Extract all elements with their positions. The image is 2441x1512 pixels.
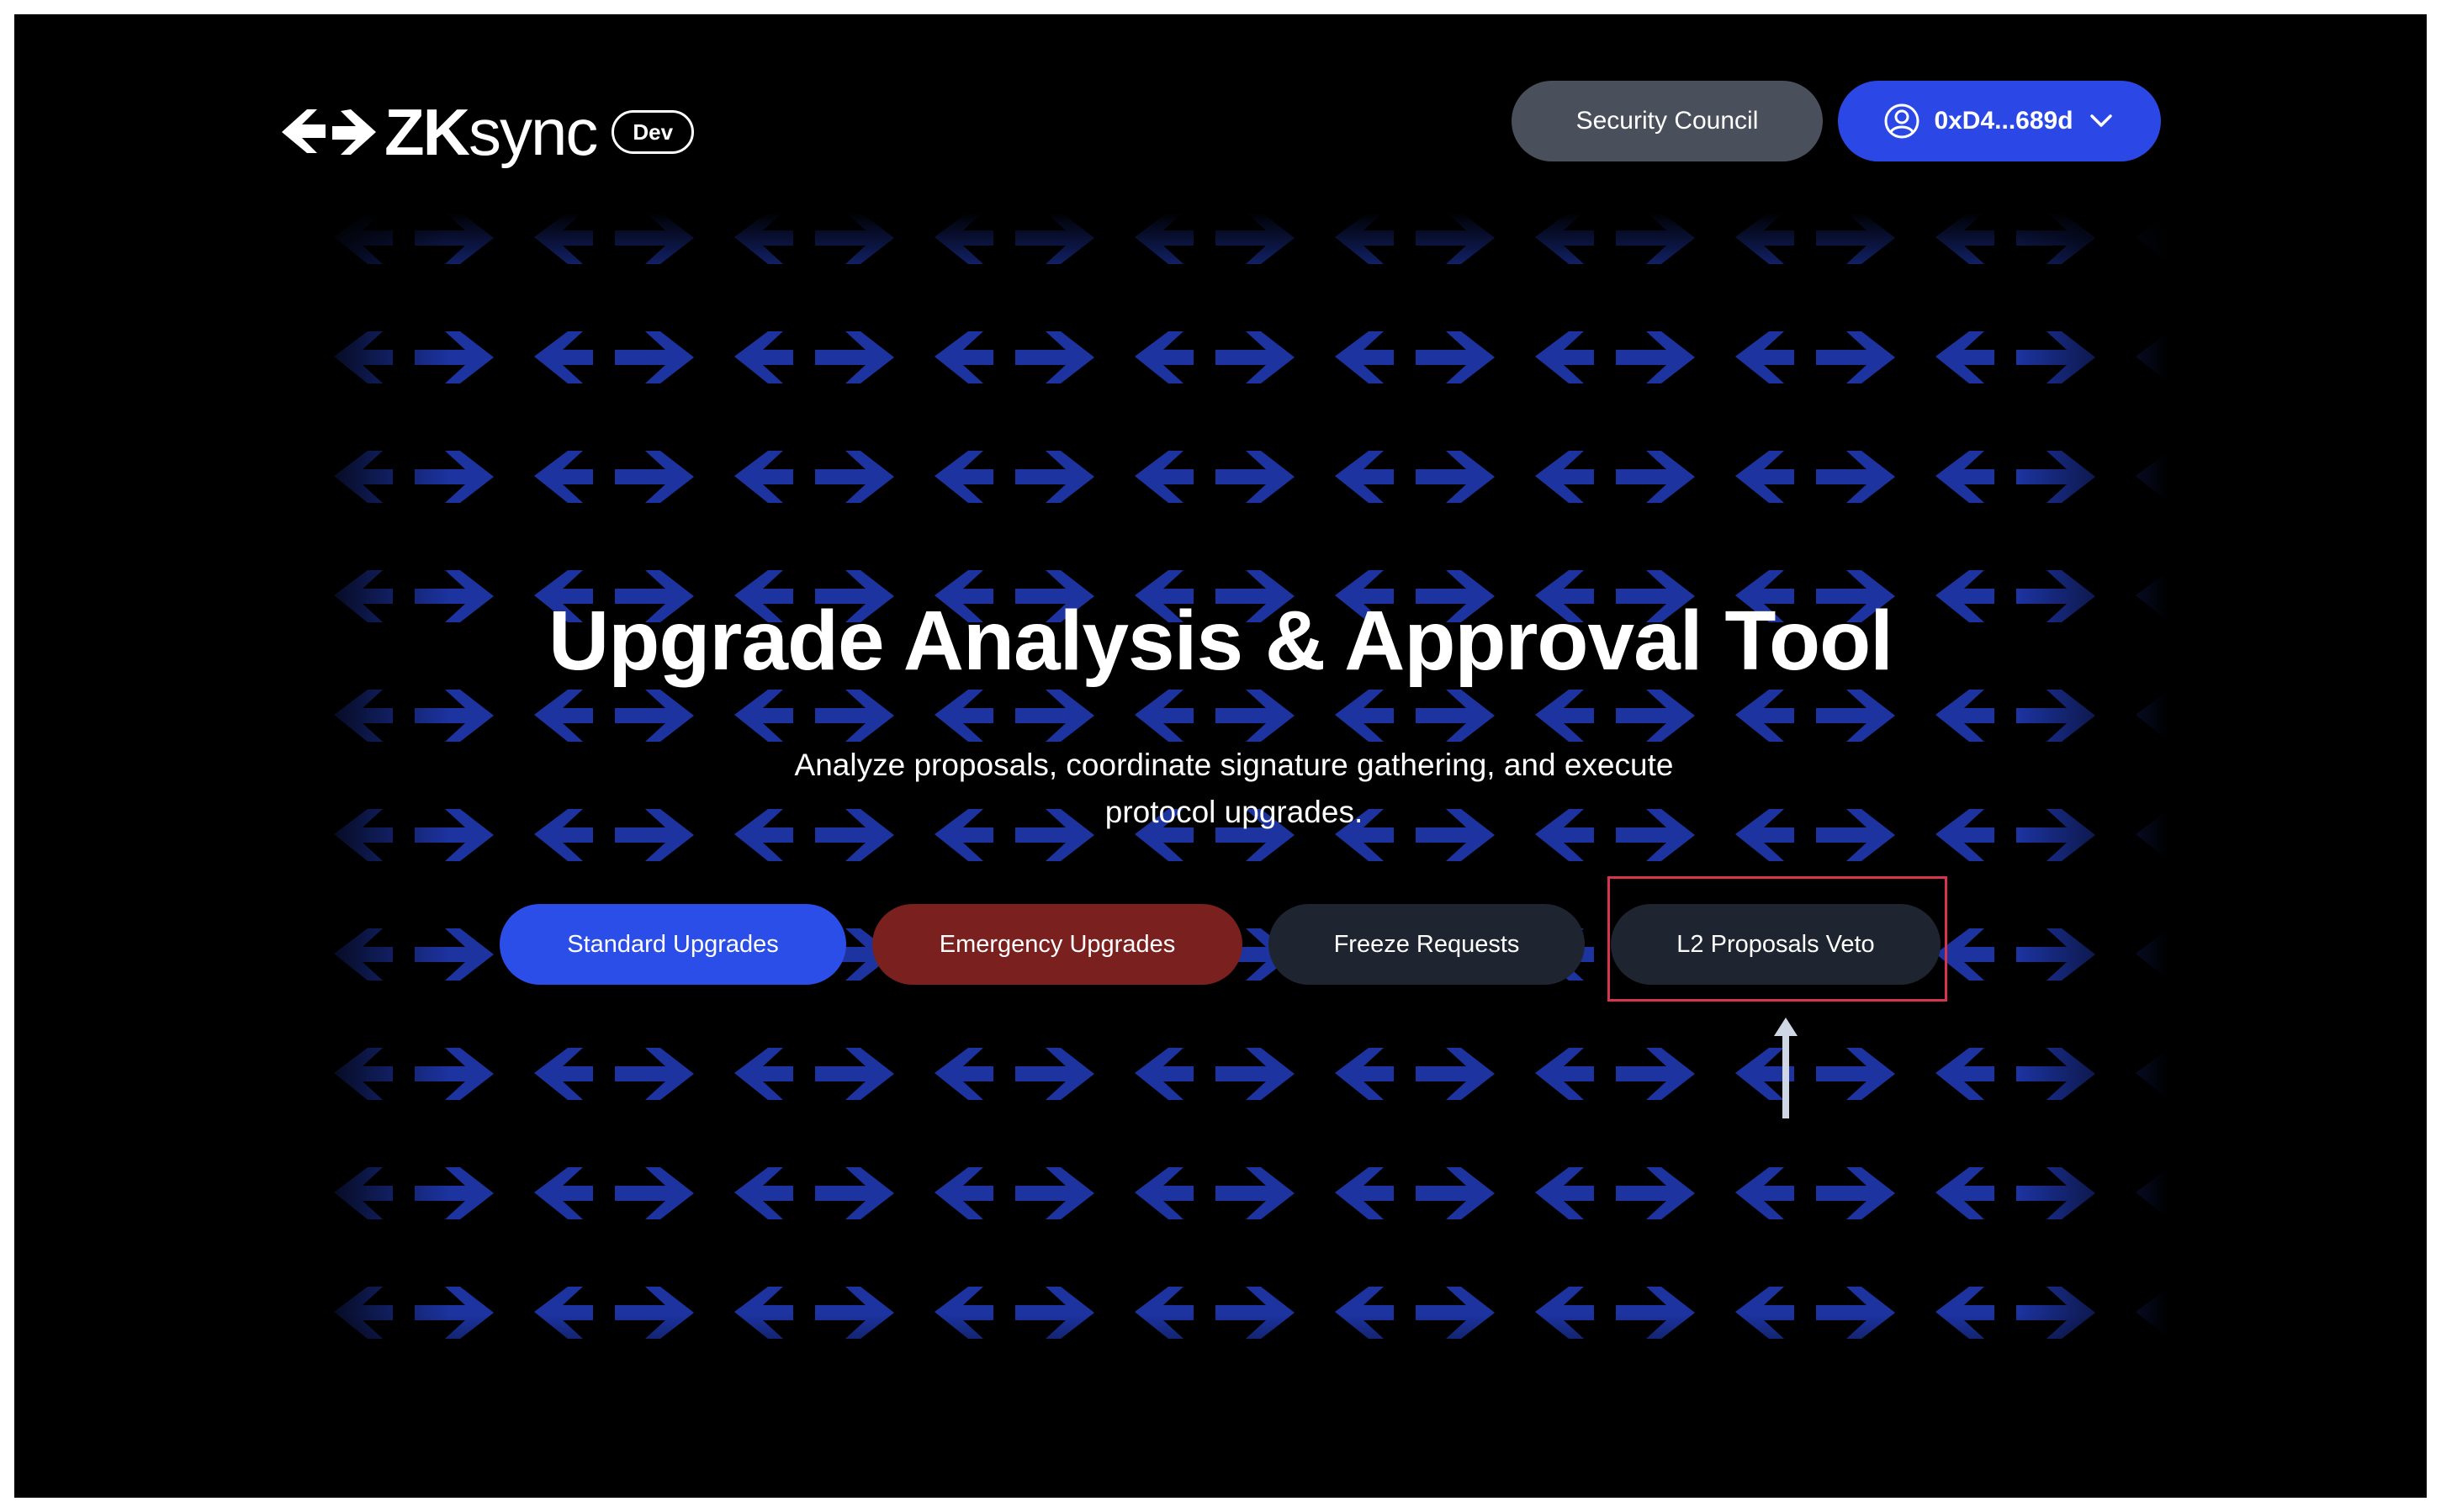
standard-upgrades-button[interactable]: Standard Upgrades — [500, 904, 846, 985]
l2-proposals-veto-label: L2 Proposals Veto — [1676, 930, 1875, 958]
emergency-upgrades-button[interactable]: Emergency Upgrades — [872, 904, 1242, 985]
freeze-requests-button[interactable]: Freeze Requests — [1268, 904, 1585, 985]
page-title: Upgrade Analysis & Approval Tool — [548, 594, 1893, 688]
page-subtitle: Analyze proposals, coordinate signature … — [794, 748, 1674, 829]
wallet-account-button[interactable]: 0xD4...689d — [1838, 81, 2161, 161]
emergency-upgrades-label: Emergency Upgrades — [939, 930, 1176, 958]
chevron-down-icon — [2089, 114, 2112, 127]
security-council-label: Security Council — [1575, 107, 1759, 135]
l2-proposals-veto-button[interactable]: L2 Proposals Veto — [1611, 904, 1941, 985]
standard-upgrades-label: Standard Upgrades — [567, 930, 779, 958]
zksync-arrows-logo-icon — [282, 109, 376, 155]
brand-logo[interactable]: ZKsync Dev — [282, 94, 695, 170]
security-council-button[interactable]: Security Council — [1512, 81, 1823, 161]
freeze-requests-label: Freeze Requests — [1333, 930, 1520, 958]
wallet-address: 0xD4...689d — [1934, 107, 2073, 135]
app-window: ZKsync Dev Security Council 0xD4...689d … — [14, 14, 2427, 1498]
user-circle-icon — [1884, 103, 1919, 139]
brand-name-bold: ZK — [384, 95, 470, 169]
brand-name: ZKsync — [384, 99, 598, 165]
brand-name-regular: sync — [468, 95, 598, 169]
up-arrow-icon — [1769, 1018, 1803, 1118]
environment-badge: Dev — [612, 110, 695, 154]
